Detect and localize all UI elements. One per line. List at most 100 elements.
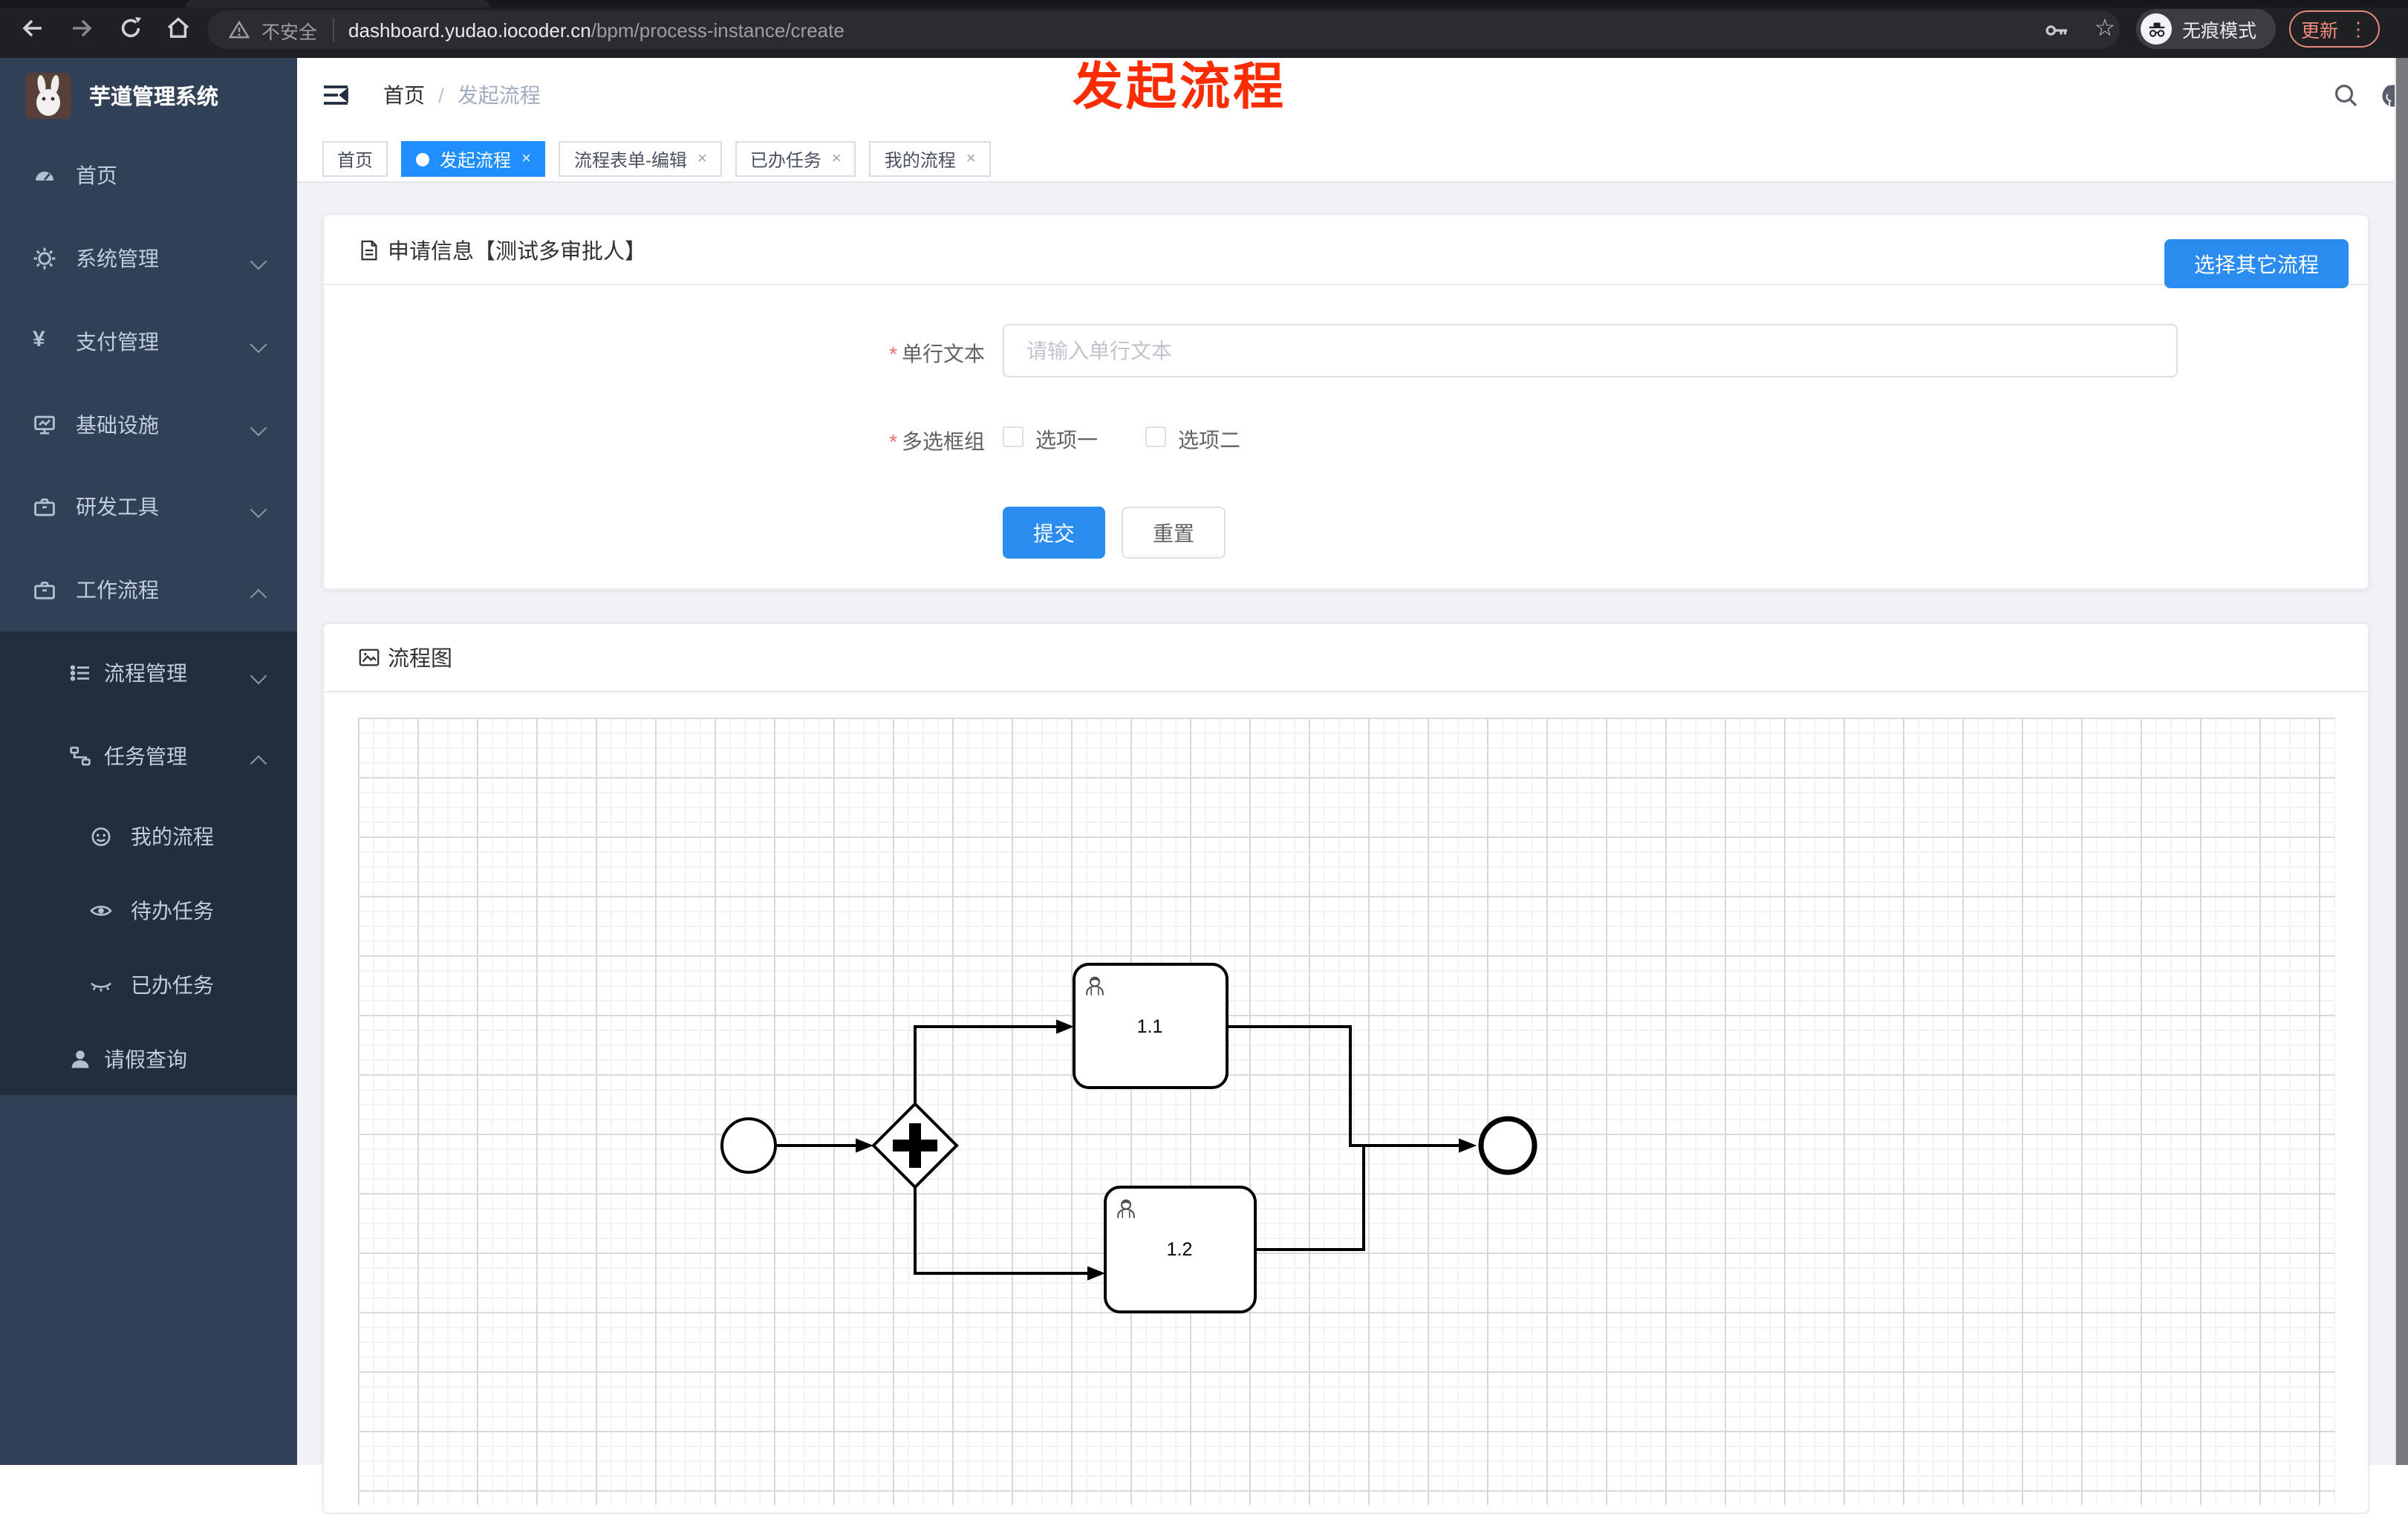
yen-icon: ¥	[33, 327, 45, 352]
flow-card-title: 流程图	[388, 648, 452, 672]
sidebar-item-payment[interactable]: ¥ 支付管理	[0, 305, 297, 379]
bpmn-diagram: 1.1 1.2	[720, 963, 1537, 1313]
sidebar-item-my-process[interactable]: 我的流程	[0, 799, 297, 874]
task2-label: 1.2	[1167, 1239, 1193, 1260]
chevron-up-icon	[250, 588, 267, 606]
flow-diagram-card: 流程图 1.1 1.2	[322, 623, 2369, 1514]
chevron-down-icon	[250, 419, 267, 437]
url-bar[interactable]: 不安全 dashboard.yudao.iocoder.cn/bpm/proce…	[208, 10, 2120, 49]
back-icon	[22, 19, 42, 37]
close-icon[interactable]: ×	[832, 150, 842, 168]
sidebar-item-leave-query[interactable]: 请假查询	[0, 1022, 297, 1096]
monitor-icon	[34, 415, 55, 435]
eye-closed-icon	[91, 982, 111, 992]
sidebar-item-task-mgmt[interactable]: 任务管理	[0, 719, 297, 793]
gateway-plus-icon	[909, 1123, 921, 1168]
sidebar-item-process-mgmt[interactable]: 流程管理	[0, 636, 297, 710]
reset-button[interactable]: 重置	[1122, 507, 1226, 559]
dashboard-icon	[36, 172, 53, 181]
password-key-button[interactable]	[2038, 12, 2074, 48]
face-icon	[91, 827, 111, 846]
person-icon	[71, 1050, 89, 1068]
apply-card-header: 申请信息【测试多审批人】	[324, 215, 2368, 285]
bpmn-end-event[interactable]	[1478, 1116, 1537, 1175]
chevron-up-icon	[250, 755, 267, 773]
breadcrumb-home[interactable]: 首页	[383, 79, 425, 109]
checkbox-option1-label[interactable]: 选项一	[1035, 425, 1098, 455]
browser-forward-button[interactable]	[64, 10, 100, 46]
browser-menu-icon[interactable]: ⋮	[2349, 17, 2368, 41]
reload-icon	[121, 17, 141, 38]
bpmn-flow-task2-end	[1255, 1146, 1365, 1251]
chevron-down-icon	[250, 336, 267, 354]
logo-avatar	[25, 72, 71, 118]
required-mark: *	[889, 429, 897, 453]
list-icon	[70, 665, 89, 681]
app-logo[interactable]: 芋道管理系统	[0, 58, 297, 132]
search-icon[interactable]	[2332, 81, 2359, 108]
tab-form-edit[interactable]: 流程表单-编辑 ×	[559, 141, 722, 177]
active-dot-icon	[416, 152, 430, 166]
browser-update-button[interactable]: 更新 ⋮	[2289, 10, 2380, 48]
close-icon[interactable]: ×	[697, 150, 707, 168]
chevron-down-icon	[250, 253, 267, 270]
arrowhead-icon	[1087, 1266, 1105, 1281]
tab-create-process[interactable]: 发起流程 ×	[401, 141, 546, 177]
browser-reload-button[interactable]	[113, 10, 149, 46]
url-path: /bpm/process-instance/create	[590, 19, 845, 41]
chevron-down-icon	[250, 667, 267, 685]
sidebar-item-workflow[interactable]: 工作流程	[0, 553, 297, 627]
incognito-icon	[2141, 13, 2172, 45]
bpmn-canvas[interactable]: 1.1 1.2	[358, 718, 2335, 1505]
field-label-text: * 单行文本	[889, 342, 985, 365]
url-divider	[332, 18, 334, 42]
submit-button[interactable]: 提交	[1003, 507, 1105, 559]
choose-other-process-button[interactable]: 选择其它流程	[2164, 239, 2349, 288]
briefcase-icon	[34, 582, 55, 600]
checkbox-option2-label[interactable]: 选项二	[1178, 425, 1240, 455]
tab-home[interactable]: 首页	[322, 141, 388, 177]
tab-done-tasks[interactable]: 已办任务 ×	[735, 141, 856, 177]
apply-card-title: 申请信息【测试多审批人】	[388, 240, 646, 264]
browser-back-button[interactable]	[15, 10, 51, 46]
sidebar-item-todo-tasks[interactable]: 待办任务	[0, 874, 297, 948]
close-icon[interactable]: ×	[521, 150, 531, 168]
browser-home-button[interactable]	[160, 10, 196, 46]
breadcrumb-current: 发起流程	[457, 82, 541, 106]
bookmark-star-button[interactable]: ☆	[2087, 10, 2123, 46]
close-icon[interactable]: ×	[966, 150, 976, 168]
star-icon: ☆	[2094, 16, 2116, 42]
eye-icon	[90, 906, 112, 916]
tab-my-process[interactable]: 我的流程 ×	[869, 141, 991, 177]
bpmn-start-event[interactable]	[720, 1117, 777, 1174]
task1-label: 1.1	[1137, 1016, 1163, 1037]
field-label-checkbox: * 多选框组	[889, 429, 985, 453]
checkbox-option1[interactable]	[1003, 426, 1024, 447]
browser-active-tab[interactable]	[186, 0, 490, 7]
single-line-text-input[interactable]	[1003, 324, 2178, 377]
view-tabbar: 首页 发起流程 × 流程表单-编辑 × 已办任务 × 我的流程 ×	[297, 131, 2408, 183]
flow-card-header: 流程图	[324, 624, 2368, 692]
sidebar-collapse-icon[interactable]	[322, 81, 349, 108]
breadcrumb: 首页 / 发起流程	[383, 58, 541, 131]
checkbox-option2[interactable]	[1145, 426, 1166, 447]
flow-branch-icon	[70, 747, 91, 766]
screen: 不安全 dashboard.yudao.iocoder.cn/bpm/proce…	[0, 0, 2408, 1514]
chevron-down-icon	[250, 501, 267, 519]
home-icon	[167, 17, 189, 38]
page-scrollbar[interactable]	[2395, 58, 2408, 1465]
sidebar-item-home[interactable]: 首页	[0, 138, 297, 212]
incognito-badge: 无痕模式	[2136, 9, 2276, 49]
sidebar-item-system[interactable]: 系统管理	[0, 221, 297, 296]
bpmn-flow-gateway-task1	[914, 1025, 1058, 1104]
sidebar-item-devtools[interactable]: 研发工具	[0, 470, 297, 544]
sidebar-item-infra[interactable]: 基础设施	[0, 388, 297, 462]
forward-icon	[73, 19, 92, 37]
url-domain: dashboard.yudao.iocoder.cn	[348, 19, 591, 41]
not-secure-warning-icon	[229, 20, 250, 39]
security-label: 不安全	[261, 22, 318, 42]
apply-info-card: 申请信息【测试多审批人】 选择其它流程 *单行文本 *多选框组 选项一 选项二 …	[322, 214, 2369, 590]
page-annotation: 发起流程	[1073, 59, 1286, 116]
sidebar-item-done-tasks[interactable]: 已办任务	[0, 948, 297, 1022]
app-title: 芋道管理系统	[89, 85, 218, 109]
